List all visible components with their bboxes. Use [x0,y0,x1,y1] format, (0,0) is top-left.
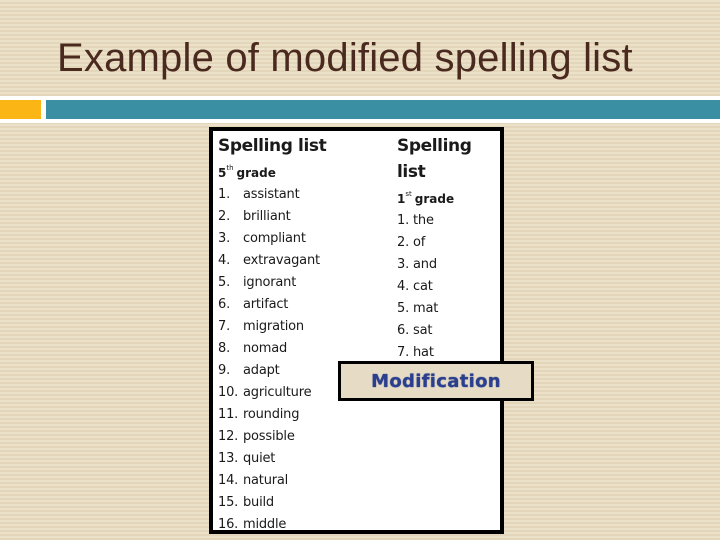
list-item: 13. quiet [218,448,326,470]
item-word: ignorant [243,275,297,290]
item-number: 6. [218,297,231,312]
slide-title: Example of modified spelling list [57,36,633,80]
accent-bar-orange [0,100,41,119]
item-number: 8. [218,341,231,356]
modification-label: Modification [371,370,501,392]
item-number: 16. [218,517,239,532]
list-item: 4. extravagant [218,250,326,272]
item-word: cat [413,279,433,294]
item-word: brilliant [243,209,291,224]
fifth-grade-list-title: Spelling list [218,136,327,156]
grade-suffix: st [405,190,412,198]
list-item: 3. and [397,254,500,276]
list-item: 9. adapt [218,360,326,382]
item-word: compliant [243,231,306,246]
item-word: extravagant [243,253,320,268]
item-number: 9. [218,363,231,378]
item-number: 3. [397,257,410,272]
list-item: 4. cat [397,276,500,298]
list-item: 3. compliant [218,228,326,250]
item-number: 5. [218,275,231,290]
grade-text: grade [236,166,276,180]
list-item: 8. nomad [218,338,326,360]
item-number: 13. [218,451,239,466]
first-grade-word-list: 1. the 2. of 3. and 4. cat 5. mat 6. sat 7. hat [397,210,500,364]
list-item: 14. natural [218,470,326,492]
list-item: 6. sat [397,320,500,342]
list-item: 1. assistant [218,184,326,206]
first-grade-list: Spelling list 1st grade 1. the 2. of 3. and 4. c… [397,133,500,364]
list-item: 6. artifact [218,294,326,316]
list-item: 5. ignorant [218,272,326,294]
fifth-grade-label: 5th grade [218,159,326,182]
item-word: assistant [243,187,300,202]
fifth-grade-word-list: 1. assistant 2. brilliant 3. compliant 4. extra… [218,184,326,536]
item-number: 15. [218,495,239,510]
fifth-grade-list: Spelling list 5th grade 1. assistant 2. bril… [218,133,327,536]
item-word: agriculture [243,385,312,400]
list-item: 12. possible [218,426,326,448]
item-number: 2. [218,209,231,224]
item-word: of [413,235,426,250]
modification-callout: Modification [338,361,534,401]
item-word: mat [413,301,439,316]
item-number: 14. [218,473,239,488]
item-word: migration [243,319,304,334]
item-number: 12. [218,429,239,444]
item-number: 10. [218,385,239,400]
item-number: 4. [218,253,231,268]
accent-bar-teal [46,100,720,119]
grade-suffix: th [226,164,234,172]
item-number: 4. [397,279,410,294]
item-word: artifact [243,297,289,312]
item-word: middle [243,517,287,532]
item-number: 3. [218,231,231,246]
list-item: 2. brilliant [218,206,326,228]
item-word: build [243,495,274,510]
item-number: 7. [218,319,231,334]
list-item: 16. middle [218,514,326,536]
list-item: 10. agriculture [218,382,326,404]
grade-text: grade [414,192,455,206]
item-number: 11. [218,407,239,422]
item-word: quiet [243,451,276,466]
item-number: 5. [397,301,410,316]
first-grade-list-title: Spelling list [397,136,472,182]
list-item: 5. mat [397,298,500,320]
item-word: natural [243,473,289,488]
item-word: adapt [243,363,280,378]
spelling-list-image: Spelling list 5th grade 1. assistant 2. bril… [209,127,504,534]
item-word: rounding [243,407,300,422]
item-word: nomad [243,341,288,356]
item-number: 2. [397,235,410,250]
item-number: 6. [397,323,410,338]
list-item: 15. build [218,492,326,514]
item-number: 1. [397,213,410,228]
list-item: 1. the [397,210,500,232]
item-word: and [413,257,437,272]
item-word: sat [413,323,433,338]
item-word: hat [413,345,434,360]
item-word: possible [243,429,295,444]
item-number: 1. [218,187,231,202]
item-word: the [413,213,434,228]
list-item: 11. rounding [218,404,326,426]
list-item: 7. migration [218,316,326,338]
first-grade-label: 1st grade [397,185,500,208]
list-item: 2. of [397,232,500,254]
